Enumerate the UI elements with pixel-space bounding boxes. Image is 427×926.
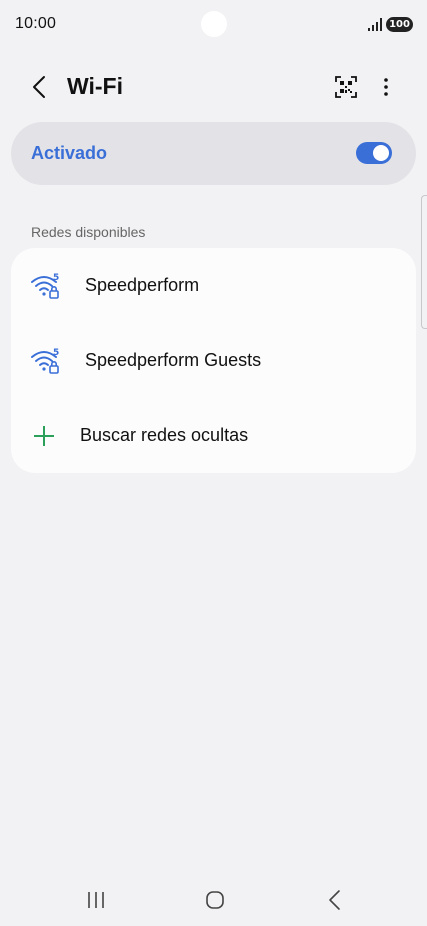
- section-label-available-networks: Redes disponibles: [31, 224, 146, 240]
- status-bar: 10:00 100: [0, 0, 427, 50]
- more-vertical-icon: [384, 78, 388, 96]
- wifi-master-toggle[interactable]: Activado: [11, 122, 416, 185]
- master-toggle-label: Activado: [31, 143, 108, 163]
- plus-icon: [34, 426, 54, 446]
- network-name: Speedperform: [85, 275, 200, 295]
- qr-code-scan-icon: [335, 76, 357, 98]
- recents-icon[interactable]: [86, 890, 106, 910]
- screen: 10:00 100 Wi-Fi Activado Redes disponibl…: [0, 0, 427, 926]
- battery-level: 100: [389, 19, 410, 30]
- more-options-button[interactable]: [376, 74, 396, 100]
- svg-text:5: 5: [53, 273, 59, 283]
- scrollbar-handle[interactable]: [421, 195, 427, 329]
- network-item-speedperform-guests[interactable]: 5 Speedperform Guests: [11, 323, 416, 398]
- networks-list: 5 Speedperform 5 Speedperform Guests Bus…: [11, 248, 416, 473]
- navigation-bar: [0, 876, 427, 926]
- page-title: Wi-Fi: [67, 73, 123, 99]
- toggle-knob: [373, 145, 389, 161]
- back-button[interactable]: [26, 72, 52, 102]
- qr-scan-button[interactable]: [333, 74, 359, 100]
- chevron-left-icon: [33, 76, 45, 98]
- battery-icon: 100: [386, 17, 413, 32]
- wifi-5ghz-lock-icon: 5: [31, 273, 59, 299]
- signal-icon: [368, 18, 382, 31]
- wifi-5ghz-lock-icon: 5: [31, 348, 59, 374]
- header: Wi-Fi: [0, 62, 427, 112]
- find-hidden-networks-label: Buscar redes ocultas: [80, 425, 249, 445]
- network-name: Speedperform Guests: [85, 350, 262, 370]
- home-icon[interactable]: [205, 890, 225, 910]
- network-item-speedperform[interactable]: 5 Speedperform: [11, 248, 416, 323]
- find-hidden-networks-button[interactable]: Buscar redes ocultas: [11, 398, 416, 473]
- camera-cutout: [201, 11, 227, 37]
- status-time: 10:00: [15, 15, 57, 32]
- nav-back-icon[interactable]: [325, 889, 345, 911]
- svg-text:5: 5: [53, 348, 59, 358]
- wifi-toggle-switch[interactable]: [356, 142, 392, 164]
